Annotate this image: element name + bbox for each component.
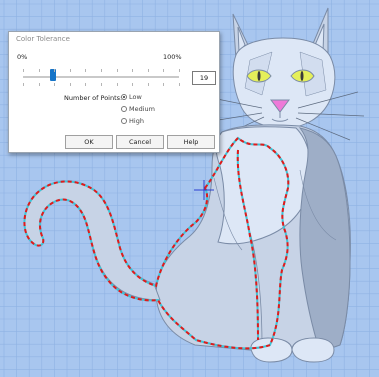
slider-tick	[69, 69, 71, 72]
slider-tick	[147, 69, 149, 72]
tolerance-slider-track[interactable]	[23, 76, 179, 78]
tolerance-value-input[interactable]: 19	[192, 71, 216, 85]
slider-tick	[101, 83, 102, 86]
help-button[interactable]: Help	[167, 135, 215, 149]
radio-medium-label: Medium	[129, 105, 155, 113]
slider-tick	[23, 83, 24, 86]
dialog-title: Color Tolerance	[16, 35, 70, 43]
slider-tick	[85, 83, 87, 86]
slider-tick	[179, 83, 180, 86]
radio-low-indicator[interactable]	[121, 94, 127, 100]
slider-tick	[38, 83, 40, 86]
slider-tick	[101, 69, 102, 72]
slider-tick	[85, 69, 87, 72]
radio-high-label: High	[129, 117, 144, 125]
cat-right-paw	[291, 337, 335, 363]
color-tolerance-dialog: Color Tolerance 0% 100% 19 Number of Poi…	[8, 31, 220, 153]
slider-tick	[69, 83, 71, 86]
slider-tick	[38, 69, 40, 72]
slider-tick	[147, 83, 149, 86]
slider-tick	[116, 69, 118, 72]
slider-tick	[163, 83, 165, 86]
slider-tick	[163, 69, 165, 72]
slider-min-label: 0%	[17, 53, 28, 61]
radio-high-indicator[interactable]	[121, 118, 127, 124]
slider-tick	[132, 83, 134, 86]
slider-tick	[54, 69, 56, 72]
cat-right-pupil	[300, 71, 304, 81]
slider-tick	[179, 69, 180, 72]
slider-tick	[116, 83, 118, 86]
slider-tick	[54, 83, 56, 86]
slider-max-label: 100%	[163, 53, 182, 61]
radio-medium-indicator[interactable]	[121, 106, 127, 112]
ok-button[interactable]: OK	[65, 135, 113, 149]
radio-high[interactable]: High	[121, 117, 144, 125]
slider-tick	[132, 69, 134, 72]
radio-low[interactable]: Low	[121, 93, 142, 101]
number-of-points-label: Number of Points:	[64, 94, 123, 102]
cancel-button[interactable]: Cancel	[116, 135, 164, 149]
radio-low-label: Low	[129, 93, 142, 101]
slider-tick	[23, 69, 24, 72]
radio-medium[interactable]: Medium	[121, 105, 155, 113]
cat-left-pupil	[257, 71, 261, 81]
